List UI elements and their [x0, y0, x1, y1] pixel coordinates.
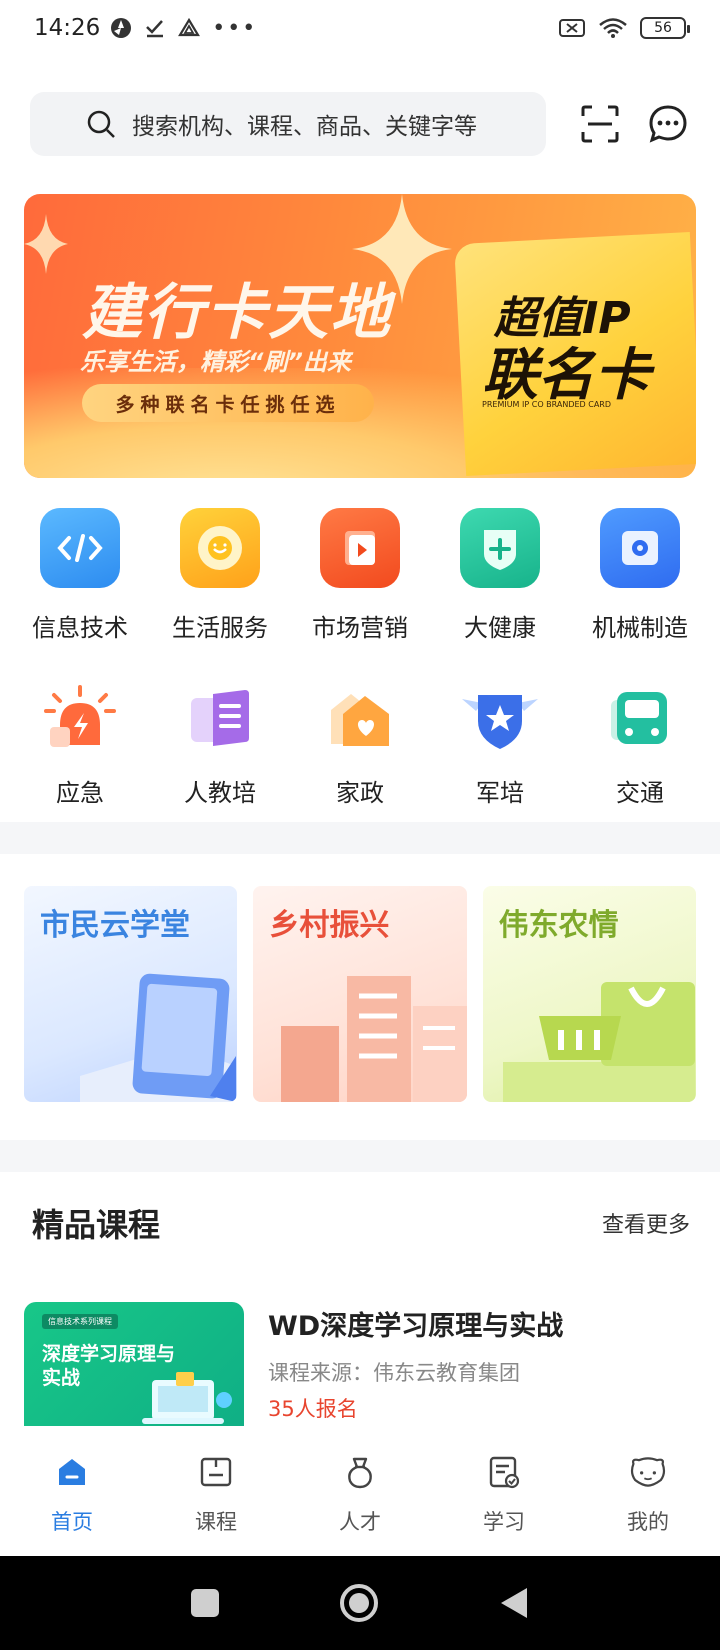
- aperture-icon: [111, 18, 132, 38]
- course-title: WD深度学习原理与实战: [268, 1311, 564, 1342]
- study-icon: [484, 1452, 524, 1492]
- smile-icon: [180, 508, 260, 588]
- chat-bubble-icon: [649, 105, 687, 143]
- category-label: 应急: [56, 779, 104, 807]
- category-life[interactable]: 生活服务: [150, 508, 290, 643]
- category-housekeeping[interactable]: 家政: [290, 679, 430, 808]
- course-thumbnail: 信息技术系列课程 深度学习原理与实战: [24, 1302, 244, 1426]
- bus-icon: [600, 679, 680, 759]
- course-icon: [196, 1452, 236, 1492]
- battery-icon: 56: [640, 17, 690, 39]
- feature-title: 伟东农情: [498, 908, 619, 943]
- banner-title: 建行卡天地: [82, 278, 392, 348]
- category-military[interactable]: 军培: [430, 679, 570, 808]
- section-divider: [0, 822, 720, 854]
- course-card[interactable]: 信息技术系列课程 深度学习原理与实战 WD深度学习原理与实战 课程来源：伟东云教…: [24, 1302, 696, 1426]
- feature-title: 乡村振兴: [269, 908, 390, 943]
- tablet-illustration: [80, 973, 236, 1102]
- category-health[interactable]: 大健康: [430, 508, 570, 643]
- sparkle-icon: [24, 214, 68, 274]
- no-sim-icon: [559, 19, 585, 37]
- status-bar: 14:26 ••• 56: [0, 0, 720, 56]
- category-marketing[interactable]: 市场营销: [290, 508, 430, 643]
- category-label: 生活服务: [172, 614, 268, 642]
- banner-subtitle: 乐享生活，精彩“刷”出来: [80, 348, 351, 376]
- feature-citizen-cloud[interactable]: 市民云学堂: [24, 886, 238, 1102]
- category-traffic[interactable]: 交通: [570, 679, 710, 808]
- category-label: 市场营销: [312, 614, 408, 642]
- nav-study[interactable]: 学习: [432, 1428, 576, 1556]
- wifi-icon: [599, 18, 627, 38]
- courses-header: 精品课程 查看更多: [32, 1200, 690, 1246]
- system-nav-bar: [0, 1556, 720, 1650]
- banner-pill: 多种联名卡任挑任选: [82, 384, 374, 422]
- home-icon: [52, 1452, 92, 1492]
- search-input[interactable]: 搜索机构、课程、商品、关键字等: [30, 92, 547, 156]
- course-signups: 35人报名: [268, 1397, 358, 1421]
- promo-banner[interactable]: 建行卡天地 乐享生活，精彩“刷”出来 多种联名卡任挑任选 超值IP 联名卡 PR…: [24, 194, 696, 478]
- battery-level: 56: [654, 20, 672, 36]
- nav-label: 首页: [51, 1510, 93, 1534]
- nav-label: 课程: [195, 1510, 237, 1534]
- heart-house-icon: [320, 679, 400, 759]
- category-label: 交通: [616, 779, 664, 807]
- star-badge-icon: [460, 679, 540, 759]
- nav-profile[interactable]: 我的: [576, 1428, 720, 1556]
- status-time: 14:26: [34, 15, 101, 41]
- nav-home[interactable]: 首页: [0, 1428, 144, 1556]
- feature-rural-revitalization[interactable]: 乡村振兴: [253, 886, 467, 1102]
- course-source: 课程来源：伟东云教育集团: [268, 1361, 520, 1385]
- laptop-illustration: [142, 1372, 232, 1424]
- drive-icon: [178, 17, 201, 37]
- course-info: WD深度学习原理与实战 课程来源：伟东云教育集团 35人报名: [268, 1302, 563, 1426]
- plus-shield-icon: [460, 508, 540, 588]
- category-teacher-training[interactable]: 人教培: [150, 679, 290, 808]
- view-more-link[interactable]: 查看更多: [602, 1207, 690, 1239]
- checklist-icon: [146, 20, 164, 38]
- messages-button[interactable]: [646, 102, 690, 146]
- banner-card-line2: 联名卡: [482, 343, 650, 408]
- scan-button[interactable]: [578, 102, 622, 146]
- nav-label: 我的: [627, 1510, 669, 1534]
- nav-label: 人才: [339, 1510, 381, 1534]
- book-icon: [180, 679, 260, 759]
- back-button[interactable]: [499, 1586, 529, 1620]
- recents-button[interactable]: [191, 1589, 219, 1617]
- profile-icon: [628, 1452, 668, 1492]
- search-placeholder: 搜索机构、课程、商品、关键字等: [132, 114, 477, 140]
- feature-cards: 市民云学堂 乡村振兴 伟东农情: [24, 886, 696, 1102]
- nav-courses[interactable]: 课程: [144, 1428, 288, 1556]
- feature-weidong-farming[interactable]: 伟东农情: [482, 886, 696, 1102]
- search-row: 搜索机构、课程、商品、关键字等: [30, 92, 690, 156]
- talent-icon: [340, 1452, 380, 1492]
- category-label: 信息技术: [32, 614, 128, 642]
- category-it[interactable]: 信息技术: [10, 508, 150, 643]
- category-grid: 信息技术 生活服务 市场营销 大健康 机械制造 应急 人教培 家政 军培 交通: [10, 508, 710, 808]
- section-title: 精品课程: [32, 1206, 161, 1244]
- category-machinery[interactable]: 机械制造: [570, 508, 710, 643]
- course-thumb-tag: 信息技术系列课程: [42, 1314, 118, 1329]
- basket-illustration: [502, 982, 695, 1102]
- category-label: 大健康: [464, 614, 536, 642]
- category-label: 人教培: [184, 779, 256, 807]
- search-icon: [87, 110, 115, 138]
- buildings-illustration: [281, 976, 467, 1102]
- category-label: 军培: [476, 779, 524, 807]
- category-label: 机械制造: [592, 614, 688, 642]
- code-icon: [40, 508, 120, 588]
- more-notifications-icon: •••: [212, 15, 258, 41]
- alarm-icon: [40, 679, 120, 759]
- nav-talent[interactable]: 人才: [288, 1428, 432, 1556]
- category-label: 家政: [336, 779, 384, 807]
- scan-icon: [581, 105, 619, 143]
- nav-label: 学习: [483, 1510, 525, 1534]
- section-divider: [0, 1140, 720, 1172]
- gear-icon: [600, 508, 680, 588]
- home-button[interactable]: [339, 1583, 379, 1623]
- feature-title: 市民云学堂: [40, 908, 190, 943]
- play-icon: [320, 508, 400, 588]
- category-emergency[interactable]: 应急: [10, 679, 150, 808]
- bottom-nav: 首页 课程 人才 学习 我的: [0, 1428, 720, 1556]
- banner-card-en: PREMIUM IP CO BRANDED CARD: [482, 400, 612, 409]
